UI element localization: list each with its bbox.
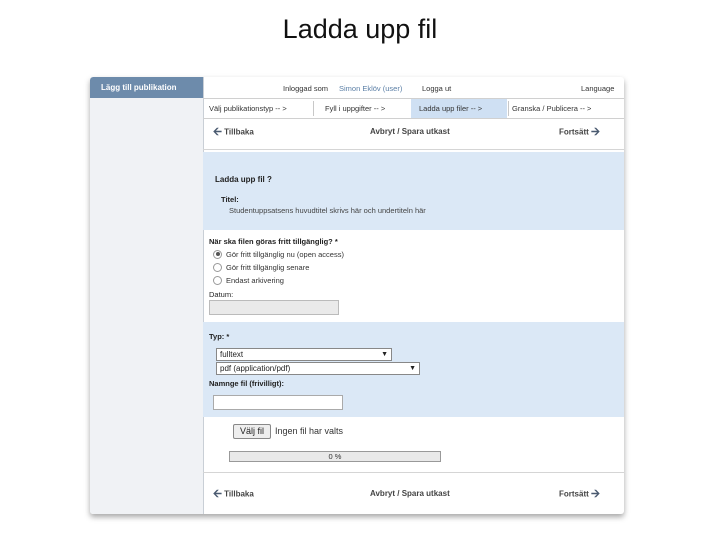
title-value: Studentuppsatsens huvudtitel skrivs här …	[229, 206, 426, 215]
file-name-label: Namnge fil (frivilligt):	[209, 379, 284, 388]
step-divider	[508, 101, 509, 116]
file-type-panel: Typ: * fulltext ▼ pdf (application/pdf) …	[203, 322, 624, 417]
file-name-input[interactable]	[213, 395, 343, 410]
arrow-left-icon: 🡨	[213, 488, 222, 500]
arrow-right-icon: 🡪	[591, 126, 600, 138]
upload-info-panel: Ladda upp fil ? Titel: Studentuppsatsens…	[203, 152, 624, 230]
logged-in-label: Inloggad som	[283, 84, 329, 93]
type-label: Typ: *	[209, 332, 230, 341]
cancel-save-draft-button[interactable]: Avbryt / Spara utkast	[370, 489, 450, 498]
format-select-value: pdf (application/pdf)	[220, 364, 291, 373]
radio-label: Gör fritt tillgänglig senare	[226, 263, 310, 272]
availability-question: När ska filen göras fritt tillgänglig? *	[209, 237, 338, 246]
radio-open-access-now[interactable]: Gör fritt tillgänglig nu (open access)	[213, 249, 344, 260]
title-label: Titel:	[221, 195, 239, 204]
arrow-right-icon: 🡪	[591, 488, 600, 500]
date-label: Datum:	[209, 290, 234, 299]
upload-heading: Ladda upp fil ?	[215, 175, 272, 184]
choose-file-button[interactable]: Välj fil	[233, 424, 271, 439]
caret-down-icon: ▼	[381, 351, 388, 358]
caret-down-icon: ▼	[409, 365, 416, 372]
back-button[interactable]: 🡨 Tillbaka	[213, 127, 254, 138]
app-window: Lägg till publikation Inloggad som Simon…	[90, 77, 624, 514]
step-upload-files[interactable]: Ladda upp filer -- >	[411, 99, 507, 118]
top-bar: Inloggad som Simon Eklöv (user) Logga ut…	[203, 77, 624, 98]
nav-row-bottom: 🡨 Tillbaka Avbryt / Spara utkast Fortsät…	[203, 481, 624, 508]
sidebar-header[interactable]: Lägg till publikation	[90, 77, 203, 98]
radio-open-access-later[interactable]: Gör fritt tillgänglig senare	[213, 262, 310, 273]
type-select-value: fulltext	[220, 350, 244, 359]
sidebar: Lägg till publikation	[90, 77, 204, 514]
user-link[interactable]: Simon Eklöv (user)	[339, 84, 402, 93]
back-button[interactable]: 🡨 Tillbaka	[213, 489, 254, 500]
radio-archive-only[interactable]: Endast arkivering	[213, 275, 284, 286]
format-select[interactable]: pdf (application/pdf) ▼	[216, 362, 420, 375]
back-label: Tillbaka	[224, 489, 254, 499]
nav-row-top: 🡨 Tillbaka Avbryt / Spara utkast Fortsät…	[203, 119, 624, 146]
divider	[203, 149, 624, 150]
radio-icon[interactable]	[213, 275, 222, 285]
file-status: Ingen fil har valts	[275, 426, 344, 436]
date-input[interactable]	[209, 300, 339, 315]
step-divider	[313, 101, 314, 116]
logout-link[interactable]: Logga ut	[422, 84, 451, 93]
main-panel: Inloggad som Simon Eklöv (user) Logga ut…	[203, 77, 624, 514]
continue-label: Fortsätt	[559, 489, 589, 499]
cancel-save-draft-button[interactable]: Avbryt / Spara utkast	[370, 127, 450, 136]
step-choose-type[interactable]: Välj publikationstyp -- >	[209, 99, 309, 118]
step-fill-details[interactable]: Fyll i uppgifter -- >	[325, 99, 409, 118]
continue-label: Fortsätt	[559, 127, 589, 137]
step-review-publish[interactable]: Granska / Publicera -- >	[512, 99, 622, 118]
type-select[interactable]: fulltext ▼	[216, 348, 392, 361]
continue-button[interactable]: Fortsätt 🡪	[559, 127, 600, 138]
language-link[interactable]: Language	[581, 84, 614, 93]
upload-progress-bar: 0 %	[229, 451, 441, 462]
radio-icon[interactable]	[213, 262, 222, 272]
arrow-left-icon: 🡨	[213, 126, 222, 138]
back-label: Tillbaka	[224, 127, 254, 137]
slide-title: Ladda upp fil	[282, 14, 438, 44]
radio-label: Endast arkivering	[226, 276, 284, 285]
radio-label: Gör fritt tillgänglig nu (open access)	[226, 250, 344, 259]
progress-text: 0 %	[328, 452, 342, 461]
continue-button[interactable]: Fortsätt 🡪	[559, 489, 600, 500]
radio-selected-icon[interactable]	[213, 249, 222, 259]
divider	[203, 472, 624, 473]
step-wizard: Välj publikationstyp -- > Fyll i uppgift…	[203, 98, 624, 119]
